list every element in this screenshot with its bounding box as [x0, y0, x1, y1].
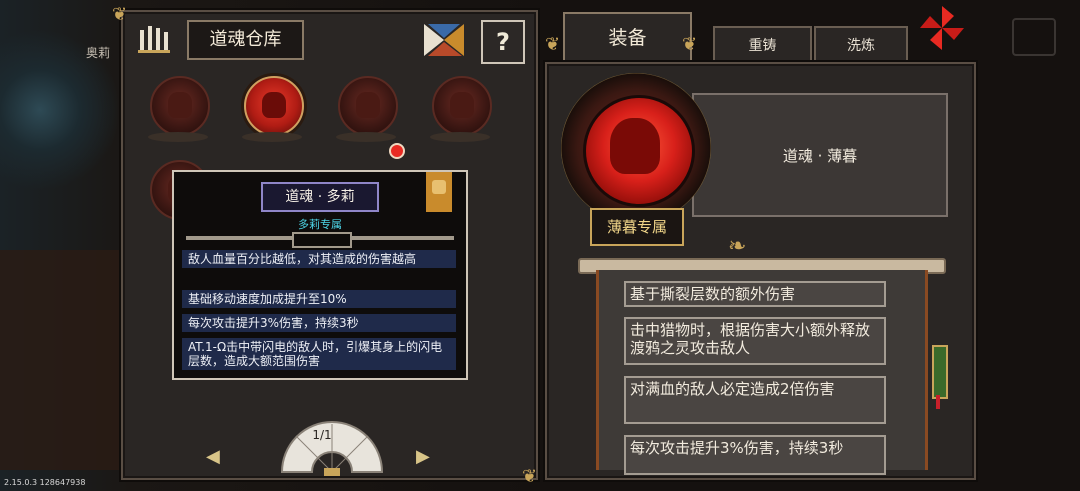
character-name-tag: 奥莉 — [86, 46, 111, 60]
equipped-soul-name: 道魂 · 薄暮 — [782, 147, 858, 165]
background-rug — [0, 250, 120, 470]
orb-pedestal — [242, 132, 302, 142]
badge-icon — [432, 180, 446, 194]
soul-portrait-icon — [356, 92, 380, 118]
tooltip-effect: AT.1-Ω击中带闪电的敌人时，引爆其身上的闪电层数，造成大额范围伤害 — [182, 338, 456, 370]
tab-refine[interactable]: 洗炼 — [814, 26, 908, 64]
skill-entry: 对满血的敌人必定造成2倍伤害 — [624, 376, 886, 424]
tooltip-effect: 敌人血量百分比越低，对其造成的伤害越高 — [182, 250, 456, 268]
tassel — [936, 395, 940, 409]
prev-page-button[interactable]: ◀ — [206, 446, 220, 467]
page-indicator: 1/1 — [312, 428, 332, 442]
soul-tooltip: 道魂 · 多莉 多莉专属 敌人血量百分比越低，对其造成的伤害越高 基础移动速度加… — [172, 170, 468, 380]
corner-ornament: ❦ — [522, 466, 538, 487]
skill-entry: 击中猎物时，根据伤害大小额外释放渡鸦之灵攻击敌人 — [624, 317, 886, 365]
corner-ornament: ❦ — [545, 34, 561, 55]
exclusive-tag: 薄暮专属 — [590, 208, 684, 246]
soul-slot-1[interactable] — [150, 76, 210, 136]
notification-dot — [389, 143, 405, 159]
soul-portrait-icon — [610, 118, 660, 174]
pinwheel-icon[interactable] — [918, 4, 966, 52]
candles-icon — [138, 26, 170, 53]
scroll-ornament: ❧ — [728, 234, 747, 259]
hanging-charm-icon — [932, 345, 948, 399]
soul-name-box: 道魂 · 薄暮 — [692, 93, 948, 217]
soul-portrait-icon — [450, 92, 474, 118]
tab-recast[interactable]: 重铸 — [713, 26, 812, 64]
tooltip-soul-name: 道魂 · 多莉 — [261, 182, 379, 212]
soul-portrait-icon — [168, 92, 192, 118]
background-icon-frame — [1012, 18, 1056, 56]
help-button[interactable]: ? — [481, 20, 525, 64]
tab-equip[interactable]: 装备 — [563, 12, 692, 62]
orb-pedestal — [336, 132, 396, 142]
skill-entry: 每次攻击提升3%伤害，持续3秒 — [624, 435, 886, 475]
orb-pedestal — [148, 132, 208, 142]
next-page-button[interactable]: ▶ — [416, 446, 430, 467]
tooltip-effect: 基础移动速度加成提升至10% — [182, 290, 456, 308]
soul-portrait-icon — [262, 92, 286, 118]
soul-slot-3[interactable] — [338, 76, 398, 136]
bookmark-banner[interactable] — [426, 172, 452, 212]
version-text: 2.15.0.3 128647938 — [4, 478, 86, 487]
divider-ornament — [292, 232, 352, 248]
skill-entry: 基于撕裂层数的额外伤害 — [624, 281, 886, 307]
tangram-icon[interactable] — [422, 22, 466, 58]
soul-slot-4[interactable] — [432, 76, 492, 136]
tooltip-subtitle: 多莉专属 — [298, 218, 342, 231]
tooltip-effect: 每次攻击提升3%伤害，持续3秒 — [182, 314, 456, 332]
fan-pager-icon — [280, 421, 384, 476]
corner-ornament: ❦ — [682, 34, 698, 55]
orb-pedestal — [430, 132, 490, 142]
vault-title: 道魂仓库 — [187, 20, 304, 60]
corner-ornament: ❦ — [112, 4, 128, 25]
soul-slot-2[interactable] — [244, 76, 304, 136]
